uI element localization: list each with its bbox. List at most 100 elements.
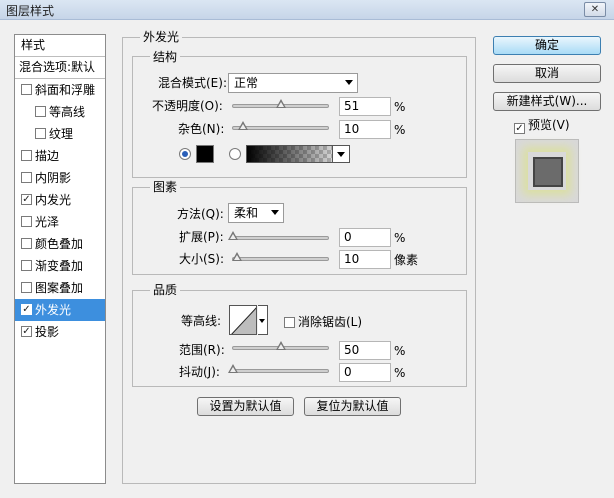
antialias-checkbox[interactable]: 消除锯齿(L) xyxy=(284,315,362,329)
style-item-label: 内阴影 xyxy=(35,171,72,185)
spread-slider[interactable] xyxy=(228,231,329,240)
size-input[interactable]: 10 xyxy=(339,250,391,269)
style-item-label: 描边 xyxy=(35,149,60,163)
style-item[interactable]: 光泽 xyxy=(15,211,105,233)
style-item[interactable]: 渐变叠加 xyxy=(15,255,105,277)
contour-dropdown-icon[interactable] xyxy=(258,305,268,335)
style-item-checkbox[interactable] xyxy=(21,282,32,293)
style-item-checkbox[interactable] xyxy=(35,128,46,139)
style-item[interactable]: ✓ 内发光 xyxy=(15,189,105,211)
style-item-checkbox[interactable]: ✓ xyxy=(21,304,32,315)
size-label: 大小(S): xyxy=(179,252,225,266)
style-item-checkbox[interactable] xyxy=(21,150,32,161)
ok-button[interactable]: 确定 xyxy=(493,36,601,55)
opacity-label: 不透明度(O): xyxy=(152,99,223,113)
jitter-unit: % xyxy=(394,366,406,380)
preview-thumbnail xyxy=(533,157,563,187)
new-style-button[interactable]: 新建样式(W)... xyxy=(493,92,601,111)
blend-mode-label: 混合模式(E): xyxy=(158,76,227,90)
elements-title: 图素 xyxy=(150,180,181,194)
solid-color-radio[interactable] xyxy=(179,148,191,160)
technique-value: 柔和 xyxy=(234,206,259,220)
range-slider-thumb[interactable] xyxy=(275,341,286,350)
style-item-label: 渐变叠加 xyxy=(35,259,84,273)
size-slider-thumb[interactable] xyxy=(231,252,242,261)
gradient-dropdown-icon[interactable] xyxy=(332,145,350,163)
style-item[interactable]: ✓ 投影 xyxy=(15,321,105,343)
style-preview xyxy=(515,139,579,203)
preview-check-icon[interactable]: ✓ xyxy=(514,123,525,134)
opacity-slider[interactable] xyxy=(232,99,329,108)
spread-label: 扩展(P): xyxy=(179,230,224,244)
noise-slider[interactable] xyxy=(232,121,329,130)
chevron-down-icon xyxy=(345,80,353,85)
style-item-label: 纹理 xyxy=(49,127,74,141)
reset-default-button[interactable]: 复位为默认值 xyxy=(304,397,401,416)
preview-label: 预览(V) xyxy=(528,118,570,132)
noise-label: 杂色(N): xyxy=(178,122,225,136)
chevron-down-icon xyxy=(271,210,279,215)
noise-input[interactable]: 10 xyxy=(339,120,391,139)
window-title: 图层样式 xyxy=(6,4,55,18)
style-item-label: 图案叠加 xyxy=(35,281,84,295)
style-item-label: 内发光 xyxy=(35,193,72,207)
jitter-slider-thumb[interactable] xyxy=(228,364,238,373)
jitter-label: 抖动(J): xyxy=(179,365,220,379)
make-default-button[interactable]: 设置为默认值 xyxy=(197,397,294,416)
spread-unit: % xyxy=(394,231,406,245)
spread-input[interactable]: 0 xyxy=(339,228,391,247)
jitter-input[interactable]: 0 xyxy=(339,363,391,382)
style-item-checkbox[interactable]: ✓ xyxy=(21,326,32,337)
style-item-checkbox[interactable] xyxy=(21,84,32,95)
style-item[interactable]: ✓ 外发光 xyxy=(15,299,105,321)
preview-checkbox[interactable]: ✓ 预览(V) xyxy=(514,118,570,134)
cancel-button[interactable]: 取消 xyxy=(493,64,601,83)
style-item-checkbox[interactable] xyxy=(21,216,32,227)
style-item-label: 外发光 xyxy=(35,303,72,317)
style-item[interactable]: 颜色叠加 xyxy=(15,233,105,255)
styles-list: 样式 混合选项:默认 斜面和浮雕 等高线 纹理 描边 内阴影 ✓ 内发光 光泽 颜色叠加 渐变叠加… xyxy=(14,34,106,484)
gradient-radio[interactable] xyxy=(229,148,241,160)
style-item-label: 等高线 xyxy=(49,105,86,119)
glow-color-swatch[interactable] xyxy=(196,145,214,163)
style-item-checkbox[interactable] xyxy=(21,238,32,249)
close-icon[interactable]: ✕ xyxy=(584,2,606,17)
antialias-check-icon[interactable] xyxy=(284,317,295,328)
style-item[interactable]: 描边 xyxy=(15,145,105,167)
noise-slider-thumb[interactable] xyxy=(237,121,248,130)
style-item[interactable]: 斜面和浮雕 xyxy=(15,79,105,101)
range-unit: % xyxy=(394,344,406,358)
styles-header[interactable]: 样式 xyxy=(15,35,105,57)
style-item-label: 颜色叠加 xyxy=(35,237,84,251)
style-item[interactable]: 内阴影 xyxy=(15,167,105,189)
opacity-input[interactable]: 51 xyxy=(339,97,391,116)
style-item-label: 斜面和浮雕 xyxy=(35,83,96,97)
structure-title: 结构 xyxy=(150,50,181,64)
jitter-slider[interactable] xyxy=(228,364,329,373)
spread-slider-thumb[interactable] xyxy=(228,231,238,240)
style-item[interactable]: 图案叠加 xyxy=(15,277,105,299)
style-item[interactable]: 等高线 xyxy=(15,101,105,123)
noise-unit: % xyxy=(394,123,406,137)
opacity-slider-thumb[interactable] xyxy=(276,99,287,108)
style-item-checkbox[interactable] xyxy=(21,260,32,271)
style-item-checkbox[interactable] xyxy=(21,172,32,183)
blend-mode-select[interactable]: 正常 xyxy=(228,73,358,93)
contour-curve-icon xyxy=(231,307,256,334)
antialias-label: 消除锯齿(L) xyxy=(298,315,363,329)
range-slider[interactable] xyxy=(232,341,329,350)
blending-options-item[interactable]: 混合选项:默认 xyxy=(15,57,105,79)
title-bar: 图层样式 ✕ xyxy=(0,0,614,20)
blend-mode-value: 正常 xyxy=(234,76,259,90)
style-item-checkbox[interactable] xyxy=(35,106,46,117)
style-item[interactable]: 纹理 xyxy=(15,123,105,145)
range-input[interactable]: 50 xyxy=(339,341,391,360)
style-item-label: 投影 xyxy=(35,325,60,339)
size-slider[interactable] xyxy=(231,252,329,261)
style-item-checkbox[interactable]: ✓ xyxy=(21,194,32,205)
technique-label: 方法(Q): xyxy=(177,207,224,221)
technique-select[interactable]: 柔和 xyxy=(228,203,284,223)
opacity-unit: % xyxy=(394,100,406,114)
contour-picker[interactable] xyxy=(229,305,257,335)
glow-gradient-picker[interactable] xyxy=(246,145,350,163)
